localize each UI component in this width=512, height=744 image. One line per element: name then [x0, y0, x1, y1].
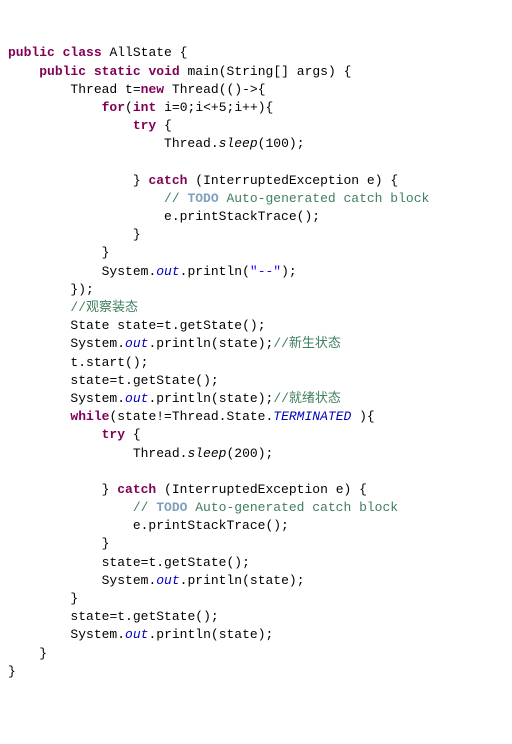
cond-neq: state!=Thread.State. — [117, 409, 273, 424]
method-println4: println — [187, 573, 242, 588]
var-i: i — [164, 100, 172, 115]
kw-public2: public — [39, 64, 86, 79]
todo-rest2: Auto-generated catch block — [187, 500, 398, 515]
var-t: t — [125, 82, 133, 97]
field-out: out — [156, 264, 179, 279]
method-main: main — [188, 64, 219, 79]
var-e: e — [367, 173, 375, 188]
stmt-printstack2: e.printStackTrace(); — [133, 518, 289, 533]
comment-newborn: //新生状态 — [273, 336, 341, 351]
var-e2: e — [336, 482, 344, 497]
arg-state4: state — [219, 627, 258, 642]
arg-state: state — [219, 336, 258, 351]
field-out4: out — [156, 573, 179, 588]
kw-class: class — [63, 45, 102, 60]
kw-while: while — [70, 409, 109, 424]
method-println: println — [187, 264, 242, 279]
todo-word2: TODO — [156, 500, 187, 515]
kw-public: public — [8, 45, 55, 60]
method-println5: println — [156, 627, 211, 642]
kw-try: try — [133, 118, 156, 133]
todo-word: TODO — [187, 191, 218, 206]
cls-system2: System — [70, 336, 117, 351]
var-state3: state — [102, 555, 141, 570]
const-terminated: TERMINATED — [273, 409, 351, 424]
method-println2: println — [156, 336, 211, 351]
method-sleep2: sleep — [187, 446, 226, 461]
lambda-arrow: ()->{ — [227, 82, 266, 97]
expr-getstate: t.getState(); — [164, 318, 265, 333]
cls-system: System — [102, 264, 149, 279]
lit-zero: 0 — [180, 100, 188, 115]
kw-for: for — [102, 100, 125, 115]
kw-catch: catch — [148, 173, 187, 188]
class-name: AllState — [109, 45, 171, 60]
cls-system4: System — [102, 573, 149, 588]
comment-todo: // TODO Auto-generated catch block — [164, 191, 429, 206]
arg-state3: state — [250, 573, 289, 588]
field-out2: out — [125, 336, 148, 351]
type-stringarr: String[] — [227, 64, 289, 79]
field-out5: out — [125, 627, 148, 642]
comment-observe: //观察装态 — [70, 300, 138, 315]
todo-prefix: // — [164, 191, 187, 206]
ctor-thread: Thread — [172, 82, 219, 97]
param-args: args — [297, 64, 328, 79]
comment-todo2: // TODO Auto-generated catch block — [133, 500, 398, 515]
var-state2: state — [70, 373, 109, 388]
type-state: State — [70, 318, 109, 333]
type-thread3: Thread — [133, 446, 180, 461]
cls-system5: System — [70, 627, 117, 642]
stmt-tstart: t.start(); — [70, 355, 148, 370]
expr-getstate3: t.getState(); — [148, 555, 249, 570]
field-out3: out — [125, 391, 148, 406]
cls-system3: System — [70, 391, 117, 406]
kw-static: static — [94, 64, 141, 79]
arg-state2: state — [219, 391, 258, 406]
todo-prefix2: // — [133, 500, 156, 515]
var-state4: state — [70, 609, 109, 624]
lit-200: 200 — [234, 446, 257, 461]
kw-int: int — [133, 100, 156, 115]
stmt-printstack: e.printStackTrace(); — [164, 209, 320, 224]
cond: i<+5 — [195, 100, 226, 115]
lit-100: 100 — [265, 136, 288, 151]
type-exc2: InterruptedException — [172, 482, 328, 497]
method-sleep: sleep — [219, 136, 258, 151]
type-thread: Thread — [70, 82, 117, 97]
code-block: public class AllState { public static vo… — [8, 44, 504, 681]
kw-catch2: catch — [117, 482, 156, 497]
kw-new: new — [141, 82, 164, 97]
todo-rest: Auto-generated catch block — [219, 191, 430, 206]
var-state: state — [117, 318, 156, 333]
comment-ready: //就绪状态 — [273, 391, 341, 406]
kw-void: void — [148, 64, 179, 79]
kw-try2: try — [102, 427, 125, 442]
type-thread2: Thread — [164, 136, 211, 151]
expr-getstate2: t.getState(); — [117, 373, 218, 388]
type-exc: InterruptedException — [203, 173, 359, 188]
expr-getstate4: t.getState(); — [117, 609, 218, 624]
method-println3: println — [156, 391, 211, 406]
inc: i++ — [234, 100, 257, 115]
str-ddash: "--" — [250, 264, 281, 279]
